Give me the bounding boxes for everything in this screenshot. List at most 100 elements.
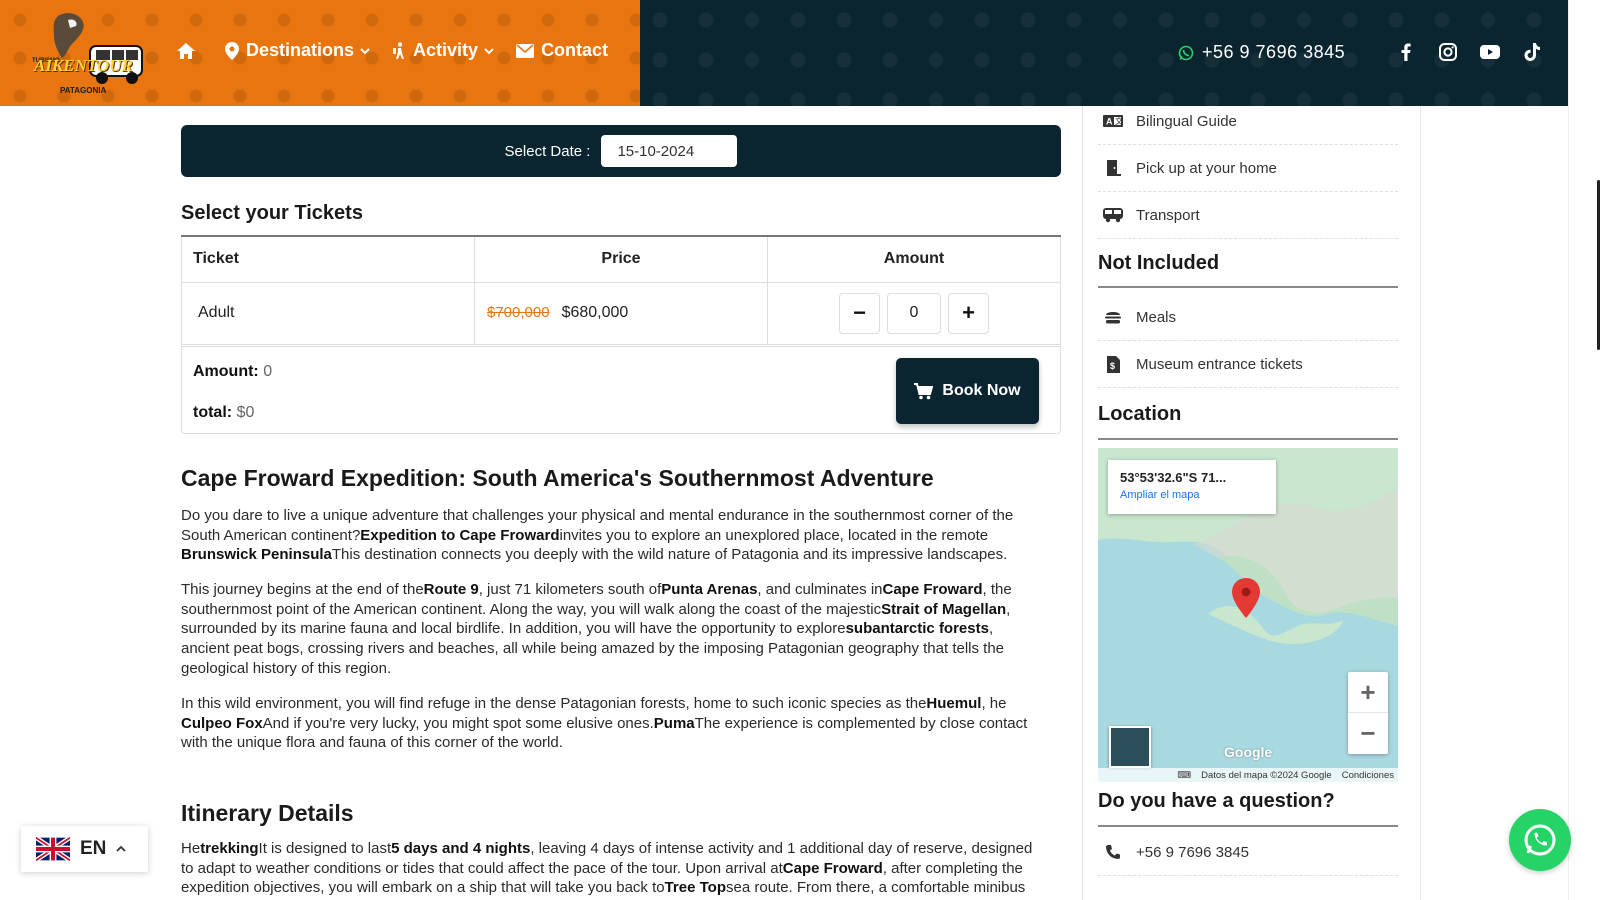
- facebook-icon[interactable]: [1396, 42, 1416, 62]
- question-title: Do you have a question?: [1098, 790, 1335, 812]
- header-phone[interactable]: +56 9 7696 3845: [1178, 42, 1345, 63]
- sidebar-divider-left: [1082, 106, 1083, 900]
- included-item: Transport: [1098, 192, 1398, 239]
- bold-term: Brunswick Peninsula: [181, 546, 332, 564]
- nav-home[interactable]: [176, 42, 203, 60]
- instagram-icon[interactable]: [1438, 42, 1458, 62]
- tiktok-icon[interactable]: [1522, 42, 1542, 62]
- whatsapp-float-button[interactable]: [1509, 809, 1571, 871]
- bold-term: Strait of Magellan: [881, 600, 1007, 618]
- decrement-button[interactable]: −: [839, 292, 880, 334]
- total-value: $0: [236, 404, 255, 421]
- svg-text:文: 文: [1115, 116, 1123, 126]
- map-marker-icon[interactable]: [1232, 578, 1260, 618]
- map-zoom-out-button[interactable]: −: [1348, 713, 1388, 754]
- nav-contact-label: Contact: [541, 40, 609, 60]
- included-item: Pick up at your home: [1098, 145, 1398, 192]
- quantity-value[interactable]: 0: [887, 292, 941, 334]
- tickets-table: Ticket Price Amount Adult $700,000 $680,0…: [181, 235, 1061, 345]
- ticket-amount-cell: − 0 +: [767, 281, 1061, 345]
- ticket-price-cell: $700,000 $680,000: [474, 281, 768, 345]
- nav-contact[interactable]: Contact: [516, 40, 608, 61]
- youtube-icon[interactable]: [1480, 42, 1500, 62]
- map-expand-link[interactable]: Ampliar el mapa: [1120, 489, 1264, 501]
- bold-term: Expedition to Cape Froward: [360, 526, 560, 544]
- not-included-item-label: Meals: [1136, 308, 1177, 326]
- map-data-credit: Datos del mapa ©2024 Google: [1201, 769, 1332, 781]
- included-item: A文 Bilingual Guide: [1098, 98, 1398, 145]
- amount-summary: Amount: 0: [193, 363, 272, 381]
- question-phone-item[interactable]: +56 9 7696 3845: [1098, 829, 1398, 876]
- bold-term: 5 days and 4 nights: [391, 840, 531, 857]
- header-phone-number: +56 9 7696 3845: [1202, 42, 1346, 62]
- map-terms-link[interactable]: Condiciones: [1342, 770, 1394, 781]
- hiking-icon: [393, 41, 405, 59]
- date-input[interactable]: [601, 135, 738, 167]
- chevron-down-icon: [484, 47, 494, 54]
- bold-term: Culpeo Fox: [181, 714, 263, 732]
- aikentour-logo[interactable]: [28, 8, 148, 98]
- site-header: TURISMO AIKENTOUR PATAGONIA Destinations…: [0, 0, 1568, 106]
- bold-term: trekking: [200, 840, 259, 857]
- map-pin-icon: [225, 41, 239, 60]
- map-zoom-in-button[interactable]: +: [1348, 672, 1388, 713]
- translate-icon: A文: [1102, 115, 1124, 127]
- bold-term: Huemul: [926, 695, 982, 712]
- bus-icon: [1102, 207, 1124, 223]
- not-included-title: Not Included: [1098, 252, 1220, 274]
- ticket-file-icon: $: [1102, 355, 1124, 373]
- map-satellite-toggle[interactable]: [1109, 726, 1151, 768]
- location-rule: [1098, 438, 1398, 440]
- svg-text:A: A: [1106, 117, 1113, 127]
- google-logo: Google: [1224, 744, 1273, 760]
- bold-term: Tree Top: [664, 879, 726, 897]
- ticket-type: Adult: [181, 281, 475, 345]
- total-label: total:: [193, 404, 233, 421]
- chevron-down-icon: [360, 47, 370, 54]
- logo-main-text: AIKENTOUR: [34, 56, 133, 75]
- quantity-stepper: − 0 +: [768, 292, 1060, 334]
- included-item-label: Transport: [1136, 206, 1200, 224]
- increment-button[interactable]: +: [948, 292, 989, 334]
- map-zoom-controls: + −: [1348, 672, 1388, 754]
- table-row: Adult $700,000 $680,000 − 0 +: [181, 281, 1061, 345]
- header-right-panel: +56 9 7696 3845: [640, 0, 1568, 106]
- cart-icon: [914, 382, 934, 399]
- header-left-panel: TURISMO AIKENTOUR PATAGONIA Destinations…: [0, 0, 640, 106]
- language-selector[interactable]: EN: [21, 826, 148, 872]
- page-scrollbar[interactable]: [1568, 0, 1600, 900]
- book-now-label: Book Now: [942, 382, 1021, 399]
- question-rule: [1098, 825, 1398, 827]
- envelope-icon: [516, 43, 535, 58]
- bold-term: Punta Arenas: [661, 581, 758, 598]
- article-paragraph-3: In this wild environment, you will find …: [181, 695, 1028, 752]
- amount-value: 0: [263, 363, 273, 380]
- main-nav: Destinations Activity Contact: [176, 40, 630, 61]
- included-item-label: Bilingual Guide: [1136, 112, 1237, 130]
- location-map[interactable]: 53°53'32.6"S 71... Ampliar el mapa + − G…: [1098, 448, 1398, 782]
- nav-activity[interactable]: Activity: [392, 40, 494, 61]
- bold-term: Cape Froward: [782, 859, 883, 877]
- date-selector-bar: Select Date :: [181, 125, 1061, 177]
- not-included-item-label: Museum entrance tickets: [1136, 355, 1303, 373]
- article-title: Cape Froward Expedition: South America's…: [181, 465, 934, 491]
- nav-destinations-label: Destinations: [246, 40, 355, 60]
- included-item-label: Pick up at your home: [1136, 159, 1277, 177]
- sidebar-divider-right: [1420, 106, 1421, 900]
- bold-term: Cape Froward: [882, 581, 983, 598]
- total-summary: total: $0: [193, 404, 254, 422]
- nav-destinations[interactable]: Destinations: [225, 40, 370, 61]
- svg-text:$: $: [1110, 361, 1115, 371]
- book-now-button[interactable]: Book Now: [896, 358, 1039, 424]
- logo-sub-text: PATAGONIA: [60, 86, 107, 95]
- bold-term: subantarctic forests: [845, 620, 989, 638]
- map-info-card: 53°53'32.6"S 71... Ampliar el mapa: [1108, 460, 1276, 514]
- column-header-amount: Amount: [767, 235, 1061, 283]
- keyboard-icon[interactable]: ⌨: [1177, 770, 1191, 781]
- booking-summary: Amount: 0 total: $0 Book Now: [181, 346, 1061, 434]
- door-icon: [1102, 159, 1124, 177]
- language-code: EN: [80, 838, 107, 859]
- nav-activity-label: Activity: [413, 40, 479, 60]
- map-footer: ⌨ Datos del mapa ©2024 Google Condicione…: [1098, 768, 1398, 782]
- map-coords: 53°53'32.6"S 71...: [1120, 470, 1227, 485]
